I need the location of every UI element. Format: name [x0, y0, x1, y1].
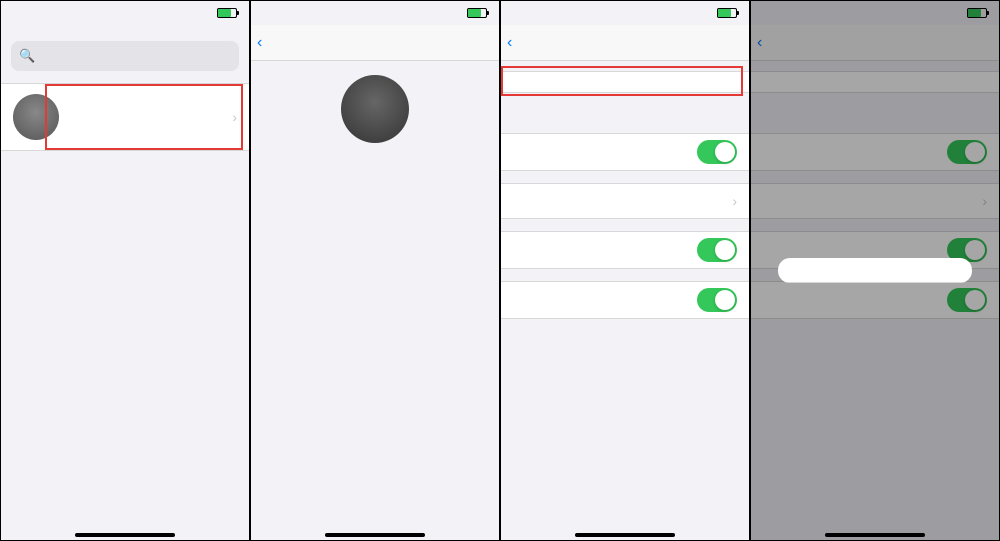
offload-footer [501, 319, 749, 331]
chevron-right-icon: › [732, 193, 737, 209]
sheet-header [778, 258, 971, 283]
auto-footer [501, 121, 749, 133]
status-bar [501, 1, 749, 25]
action-sheet [778, 258, 971, 283]
home-indicator[interactable] [75, 533, 175, 537]
apple-id-content [251, 61, 499, 540]
apple-id-row[interactable] [501, 71, 749, 93]
page-title [1, 25, 249, 41]
offload-row[interactable] [501, 281, 749, 319]
video-autoplay-row[interactable]: › [501, 183, 749, 219]
battery-icon [467, 8, 487, 18]
avatar[interactable] [341, 75, 409, 143]
screen-1-settings: 🔍 › [0, 0, 250, 541]
mobile-footer [501, 171, 749, 183]
ratings-row[interactable] [501, 231, 749, 269]
search-input[interactable]: 🔍 [11, 41, 239, 71]
faceid-note [501, 93, 749, 105]
status-bar [1, 1, 249, 25]
video-footer [501, 219, 749, 231]
battery-icon [717, 8, 737, 18]
home-indicator[interactable] [325, 533, 425, 537]
profile-row[interactable]: › [1, 83, 249, 151]
ratings-footer [501, 269, 749, 281]
use-mobile-data-row[interactable] [501, 133, 749, 171]
profile-header [251, 75, 499, 159]
chevron-left-icon: ‹ [507, 35, 512, 51]
modal-overlay[interactable] [751, 1, 999, 540]
auto-downloads-header [501, 105, 749, 121]
status-bar [251, 1, 499, 25]
nav-bar: ‹ [251, 25, 499, 61]
chevron-right-icon: › [232, 109, 237, 125]
toggle[interactable] [697, 140, 737, 164]
search-icon: 🔍 [19, 48, 35, 64]
battery-icon [217, 8, 237, 18]
home-indicator[interactable] [575, 533, 675, 537]
back-button[interactable]: ‹ [257, 35, 264, 51]
screen-4-action-sheet: ‹ › [750, 0, 1000, 541]
screen-3-itunes-appstore: ‹ › [500, 0, 750, 541]
chevron-left-icon: ‹ [257, 35, 262, 51]
avatar [13, 94, 59, 140]
toggle[interactable] [697, 238, 737, 262]
nav-bar: ‹ [501, 25, 749, 61]
settings-content: 🔍 › [1, 25, 249, 540]
back-button[interactable]: ‹ [507, 35, 514, 51]
screen-2-apple-id: ‹ [250, 0, 500, 541]
toggle[interactable] [697, 288, 737, 312]
itunes-content: › [501, 61, 749, 540]
